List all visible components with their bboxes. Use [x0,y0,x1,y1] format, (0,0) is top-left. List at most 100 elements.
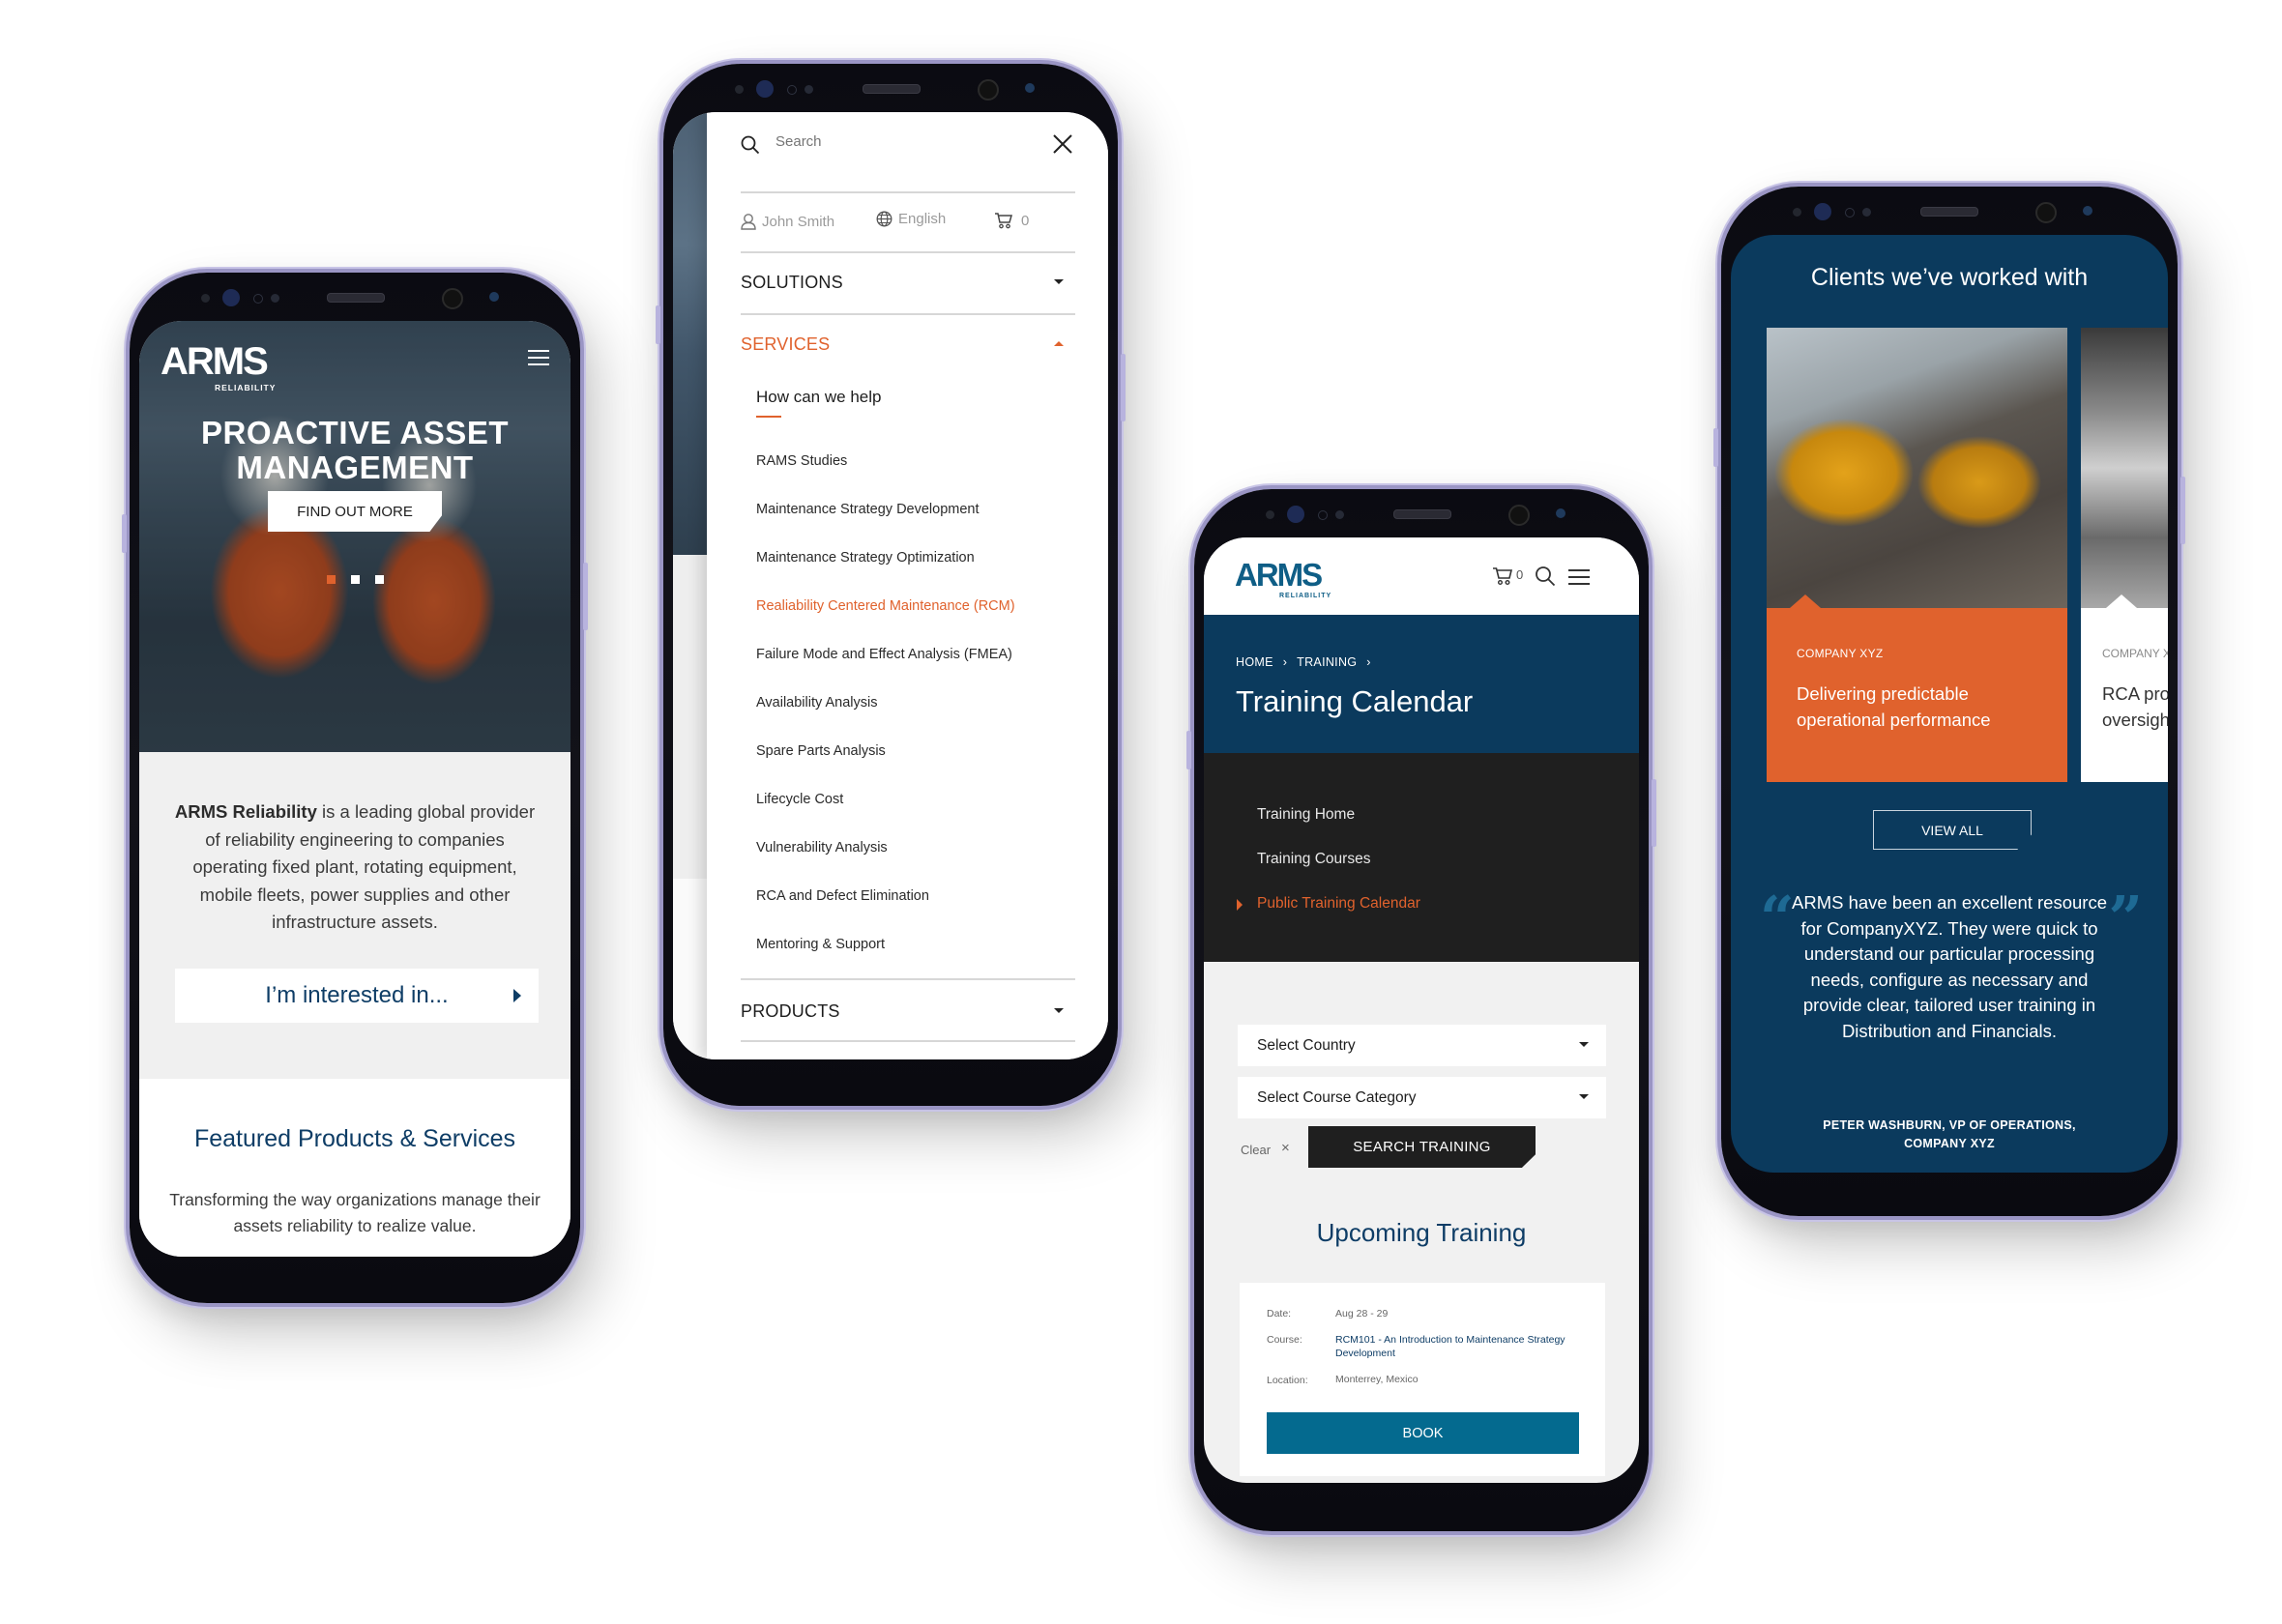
subnav-item[interactable]: Training Courses [1257,851,1370,868]
country-select[interactable]: Select Country [1238,1025,1606,1066]
carousel-dot-active[interactable] [326,575,336,584]
account-link[interactable]: John Smith [741,213,834,230]
hamburger-icon[interactable] [1568,569,1590,585]
volume-button [656,305,660,344]
front-camera-icon [1508,505,1530,526]
iris-scanner-icon [756,80,774,98]
navigation-drawer: John Smith English [707,112,1108,1059]
search-training-button[interactable]: SEARCH TRAINING [1308,1126,1536,1168]
speaker-grille [1393,509,1451,519]
power-button [583,563,588,630]
arms-logo[interactable]: ARMS [161,342,269,381]
underlying-page-peek [673,112,707,1059]
find-out-more-button[interactable]: FIND OUT MORE [268,491,442,532]
caret-right-icon [513,989,521,1002]
client-name: COMPANY XYZ [1797,647,1884,660]
front-camera-icon [442,288,463,309]
search-icon[interactable] [1535,566,1556,587]
course-category-select[interactable]: Select Course Category [1238,1077,1606,1118]
heading-underline [756,416,781,418]
intro-section: ARMS Reliability is a leading global pro… [139,752,570,1079]
sensor-icon [805,85,813,94]
client-headline: Delivering predictable operational perfo… [1797,683,1991,730]
interest-dropdown[interactable]: I’m interested in... [175,969,539,1023]
search-input[interactable] [775,133,1017,150]
hero-banner: ARMS RELIABILITY PROACTIVE ASSET MANAGEM… [139,321,570,752]
client-headline: RCA program development and oversight [2102,683,2168,730]
home-screen: ARMS RELIABILITY PROACTIVE ASSET MANAGEM… [139,321,570,1257]
service-item[interactable]: Lifecycle Cost [756,792,843,807]
intro-company-name: ARMS Reliability [174,801,317,822]
hamburger-icon[interactable] [528,350,549,365]
hero-title: PROACTIVE ASSET MANAGEMENT [139,416,570,485]
iris-scanner-icon [1814,203,1831,220]
close-icon: × [1281,1140,1290,1156]
sensor-icon [1318,510,1328,520]
testimonial-text: ARMS have been an excellent resource for… [1792,892,2107,1041]
section-title: Clients we’ve worked with [1810,264,2089,291]
carousel-dot[interactable] [350,575,360,584]
breadcrumb-training[interactable]: TRAINING [1297,655,1357,669]
course-date: Aug 28 - 29 [1335,1308,1389,1320]
arms-logo[interactable]: ARMS [1235,559,1323,591]
site-header: ARMS RELIABILITY 0 [1204,537,1639,615]
service-item[interactable]: Maintenance Strategy Optimization [756,550,975,566]
phone-top-bezel [130,273,580,323]
menu-section-products[interactable]: PRODUCTS [741,980,1075,1042]
testimonial-author: PETER WASHBURN, VP OF OPERATIONS, COMPAN… [1770,1116,2129,1153]
featured-subtitle: Transforming the way organizations manag… [169,1190,541,1235]
sensor-icon [1793,208,1801,217]
power-button [1652,779,1656,847]
breadcrumb-separator: › [1366,655,1371,669]
sensor-icon [1266,510,1274,519]
subnav-item-active[interactable]: Public Training Calendar [1257,895,1420,913]
client-card-body: COMPANY XYZ Delivering predictable opera… [1767,594,2067,782]
language-selector[interactable]: English [876,211,946,227]
cart-icon[interactable] [1492,566,1513,586]
breadcrumb-home[interactable]: HOME [1236,655,1273,669]
hero-title-line: MANAGEMENT [236,450,474,485]
service-item[interactable]: RAMS Studies [756,453,847,469]
logo-tagline: RELIABILITY [1279,593,1332,599]
user-icon [741,214,756,230]
close-icon[interactable] [1052,133,1073,155]
cart-link[interactable]: 0 [994,212,1029,229]
service-item[interactable]: Maintenance Strategy Development [756,502,980,517]
service-item[interactable]: Spare Parts Analysis [756,743,886,759]
client-card[interactable]: COMPANY XYZ Delivering predictable opera… [1767,328,2067,782]
interest-label: I’m interested in... [265,982,449,1008]
category-select-label: Select Course Category [1257,1089,1417,1106]
clients-screen: Clients we’ve worked with COMPANY XYZ De… [1731,235,2168,1173]
chevron-down-icon [1054,1008,1064,1013]
subnav-item[interactable]: Training Home [1257,806,1355,824]
menu-section-solutions[interactable]: SOLUTIONS [741,251,1075,315]
featured-title: Featured Products & Services [193,1125,516,1152]
clear-label: Clear [1241,1143,1272,1157]
service-item[interactable]: Availability Analysis [756,695,877,710]
phone-top-bezel [663,64,1118,114]
chevron-down-icon [1579,1094,1589,1099]
search-icon[interactable] [741,135,760,155]
course-link[interactable]: RCM101 - An Introduction to Maintenance … [1335,1333,1567,1360]
service-item[interactable]: Mentoring & Support [756,937,885,952]
service-item[interactable]: Failure Mode and Effect Analysis (FMEA) [756,647,1012,662]
client-card[interactable]: COMPANY XYZ RCA program development and … [2081,328,2168,782]
author-company: COMPANY XYZ [1904,1137,1995,1150]
featured-section: Featured Products & Services Transformin… [139,1079,570,1257]
speaker-grille [1920,207,1978,217]
menu-section-services[interactable]: SERVICES [741,313,1075,373]
cart-count: 0 [1021,212,1030,229]
volume-button [1186,731,1191,769]
logo-tagline: RELIABILITY [215,383,277,392]
book-button[interactable]: BOOK [1267,1412,1579,1454]
service-item[interactable]: Vulnerability Analysis [756,840,888,856]
service-item-active[interactable]: Realiability Centered Maintenance (RCM) [756,598,1015,614]
view-all-button[interactable]: VIEW ALL [1873,810,2032,850]
sensor-icon [1862,208,1871,217]
service-item[interactable]: RCA and Defect Elimination [756,888,929,904]
chevron-down-icon [1054,279,1064,284]
carousel-dot[interactable] [374,575,384,584]
client-name: COMPANY XYZ [2102,647,2168,660]
section-label: SOLUTIONS [741,273,843,292]
section-label: PRODUCTS [741,1001,840,1021]
